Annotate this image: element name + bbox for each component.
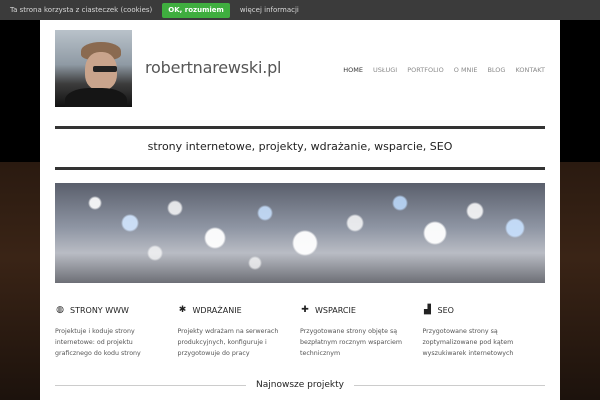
medkit-icon: ✚ — [301, 305, 309, 315]
feature-title[interactable]: WSPARCIE — [315, 306, 356, 315]
feature-title[interactable]: STRONY WWW — [70, 306, 129, 315]
features: ◍ STRONY WWW Projektuje i koduje strony … — [55, 305, 545, 359]
cookie-accept-button[interactable]: OK, rozumiem — [162, 2, 230, 18]
latest-projects-heading: Najnowsze projekty — [55, 380, 545, 390]
feature-text: Przygotowane strony są zoptymalizowane p… — [422, 328, 514, 357]
nav-item-home[interactable]: HOME — [343, 66, 363, 74]
chart-icon: ▟ — [424, 305, 431, 315]
feature-text: Przygotowane strony objęte są bezpłatnym… — [300, 328, 403, 357]
divider-bottom — [55, 167, 545, 170]
feature-text: Projekty wdrażam na serwerach produkcyjn… — [177, 328, 279, 357]
nav-item-blog[interactable]: BLOG — [487, 66, 505, 74]
cookie-message: Ta strona korzysta z ciasteczek (cookies… — [10, 6, 153, 14]
feature-wdrazanie: ✱ WDRAŻANIE Projekty wdrażam na serwerac… — [178, 305, 301, 359]
cookie-more-link[interactable]: więcej informacji — [240, 6, 299, 14]
feature-title[interactable]: SEO — [438, 306, 454, 315]
feature-strony-www: ◍ STRONY WWW Projektuje i koduje strony … — [55, 305, 178, 359]
avatar-body — [65, 88, 127, 107]
feature-title[interactable]: WDRAŻANIE — [193, 306, 242, 315]
feature-wsparcie: ✚ WSPARCIE Przygotowane strony objęte są… — [300, 305, 423, 359]
latest-projects-label: Najnowsze projekty — [256, 380, 344, 390]
feature-seo: ▟ SEO Przygotowane strony są zoptymalizo… — [423, 305, 546, 359]
avatar[interactable] — [55, 30, 132, 107]
nav-item-uslugi[interactable]: USŁUGI — [373, 66, 397, 74]
avatar-glasses — [93, 66, 117, 72]
tagline: strony internetowe, projekty, wdrażanie,… — [147, 140, 453, 153]
nav-item-portfolio[interactable]: PORTFOLIO — [407, 66, 444, 74]
nav-item-kontakt[interactable]: KONTAKT — [515, 66, 545, 74]
main-nav: HOME USŁUGI PORTFOLIO O MNIE BLOG KONTAK… — [343, 66, 545, 74]
page-container: robertnarewski.pl HOME USŁUGI PORTFOLIO … — [40, 20, 560, 400]
feature-text: Projektuje i koduje strony internetowe: … — [55, 328, 141, 357]
heading-line-right — [353, 384, 545, 386]
gear-icon: ✱ — [178, 305, 187, 315]
nav-item-o-mnie[interactable]: O MNIE — [454, 66, 478, 74]
globe-icon: ◍ — [56, 305, 64, 315]
site-logo[interactable]: robertnarewski.pl — [145, 58, 282, 77]
heading-line-left — [55, 384, 247, 386]
cookie-bar: Ta strona korzysta z ciasteczek (cookies… — [0, 0, 600, 20]
divider-top — [55, 126, 545, 129]
hero-banner — [55, 183, 545, 283]
